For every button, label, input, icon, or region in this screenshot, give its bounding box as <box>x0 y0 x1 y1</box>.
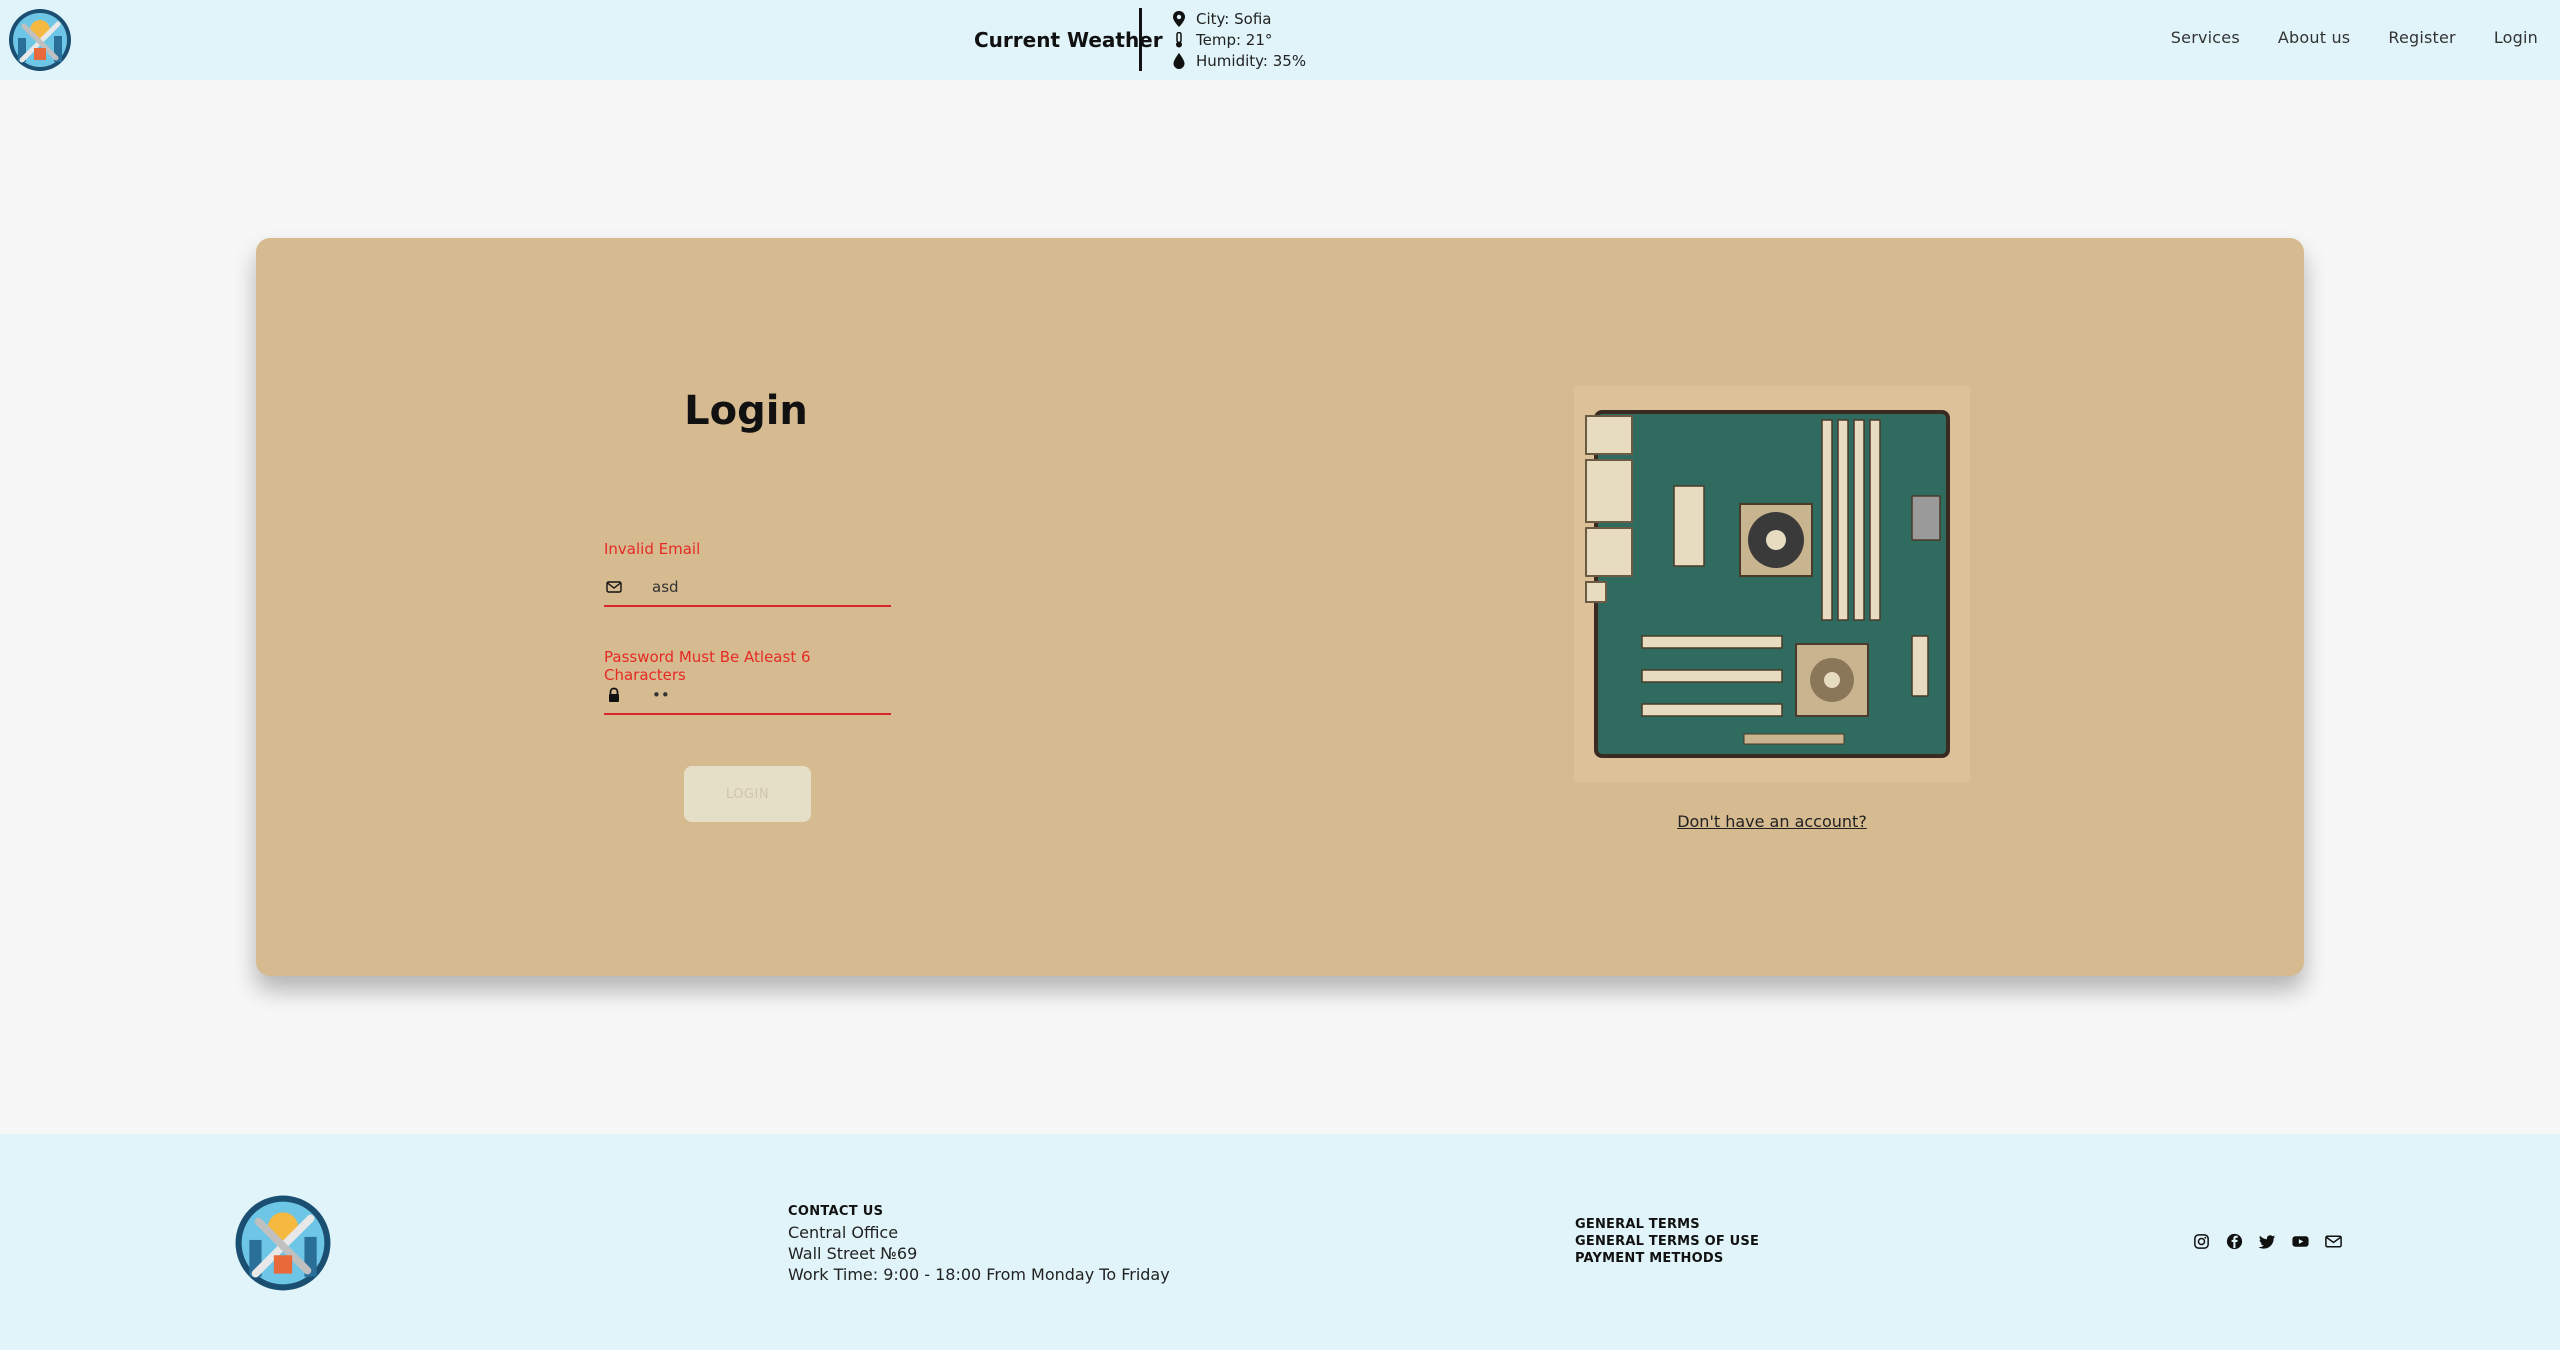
payment-methods-link[interactable]: PAYMENT METHODS <box>1575 1250 1759 1267</box>
youtube-icon[interactable] <box>2291 1232 2310 1251</box>
nav-register[interactable]: Register <box>2388 28 2455 47</box>
login-title: Login <box>684 388 808 434</box>
contact-info: CONTACT US Central Office Wall Street №6… <box>788 1204 1170 1285</box>
email-error: Invalid Email <box>604 540 701 558</box>
weather-temp: Temp: 21° <box>1196 30 1273 49</box>
email-input[interactable] <box>652 578 872 596</box>
nav-login[interactable]: Login <box>2494 28 2538 47</box>
weather-temp-row: Temp: 21° <box>1172 29 1306 50</box>
password-input[interactable] <box>652 686 872 704</box>
site-logo-icon[interactable] <box>8 8 72 72</box>
social-links <box>2192 1232 2343 1251</box>
motherboard-image <box>1574 386 1970 782</box>
droplet-icon <box>1173 52 1185 69</box>
weather-humidity-row: Humidity: 35% <box>1172 50 1306 71</box>
weather-city-row: City: Sofia <box>1172 8 1306 29</box>
site-footer: CONTACT US Central Office Wall Street №6… <box>0 1134 2560 1350</box>
contact-office: Central Office <box>788 1223 899 1242</box>
login-card: Login Invalid Email Password Must Be Atl… <box>256 238 2304 976</box>
general-terms-link[interactable]: GENERAL TERMS <box>1575 1216 1759 1233</box>
password-field-group: Password Must Be Atleast 6 Characters <box>604 648 891 715</box>
terms-of-use-link[interactable]: GENERAL TERMS OF USE <box>1575 1233 1759 1250</box>
instagram-icon[interactable] <box>2192 1232 2211 1251</box>
email-input-row <box>604 569 891 607</box>
twitter-icon[interactable] <box>2258 1232 2277 1251</box>
nav-about-us[interactable]: About us <box>2278 28 2350 47</box>
contact-address: Wall Street №69 <box>788 1244 918 1263</box>
thermometer-icon <box>1176 31 1182 47</box>
register-link[interactable]: Don't have an account? <box>1574 812 1970 831</box>
contact-hours: Work Time: 9:00 - 18:00 From Monday To F… <box>788 1265 1170 1284</box>
main-nav: Services About us Register Login <box>2171 28 2538 47</box>
weather-title: Current Weather <box>974 28 1163 52</box>
nav-services[interactable]: Services <box>2171 28 2240 47</box>
lock-icon <box>609 687 619 702</box>
top-header: Current Weather City: Sofia Temp: 21° Hu… <box>0 0 2560 80</box>
facebook-icon[interactable] <box>2225 1232 2244 1251</box>
login-button[interactable]: LOGIN <box>684 766 811 822</box>
email-field-group: Invalid Email <box>604 540 891 607</box>
envelope-icon <box>606 581 622 593</box>
envelope-icon[interactable] <box>2324 1232 2343 1251</box>
contact-heading: CONTACT US <box>788 1204 884 1219</box>
footer-logo-icon[interactable] <box>234 1194 332 1292</box>
password-error: Password Must Be Atleast 6 Characters <box>604 648 811 684</box>
map-pin-icon <box>1173 10 1185 27</box>
weather-divider <box>1139 8 1142 71</box>
weather-info: City: Sofia Temp: 21° Humidity: 35% <box>1172 8 1306 71</box>
weather-humidity: Humidity: 35% <box>1196 51 1307 70</box>
weather-city: City: Sofia <box>1196 9 1272 28</box>
terms-links: GENERAL TERMS GENERAL TERMS OF USE PAYME… <box>1575 1216 1759 1267</box>
